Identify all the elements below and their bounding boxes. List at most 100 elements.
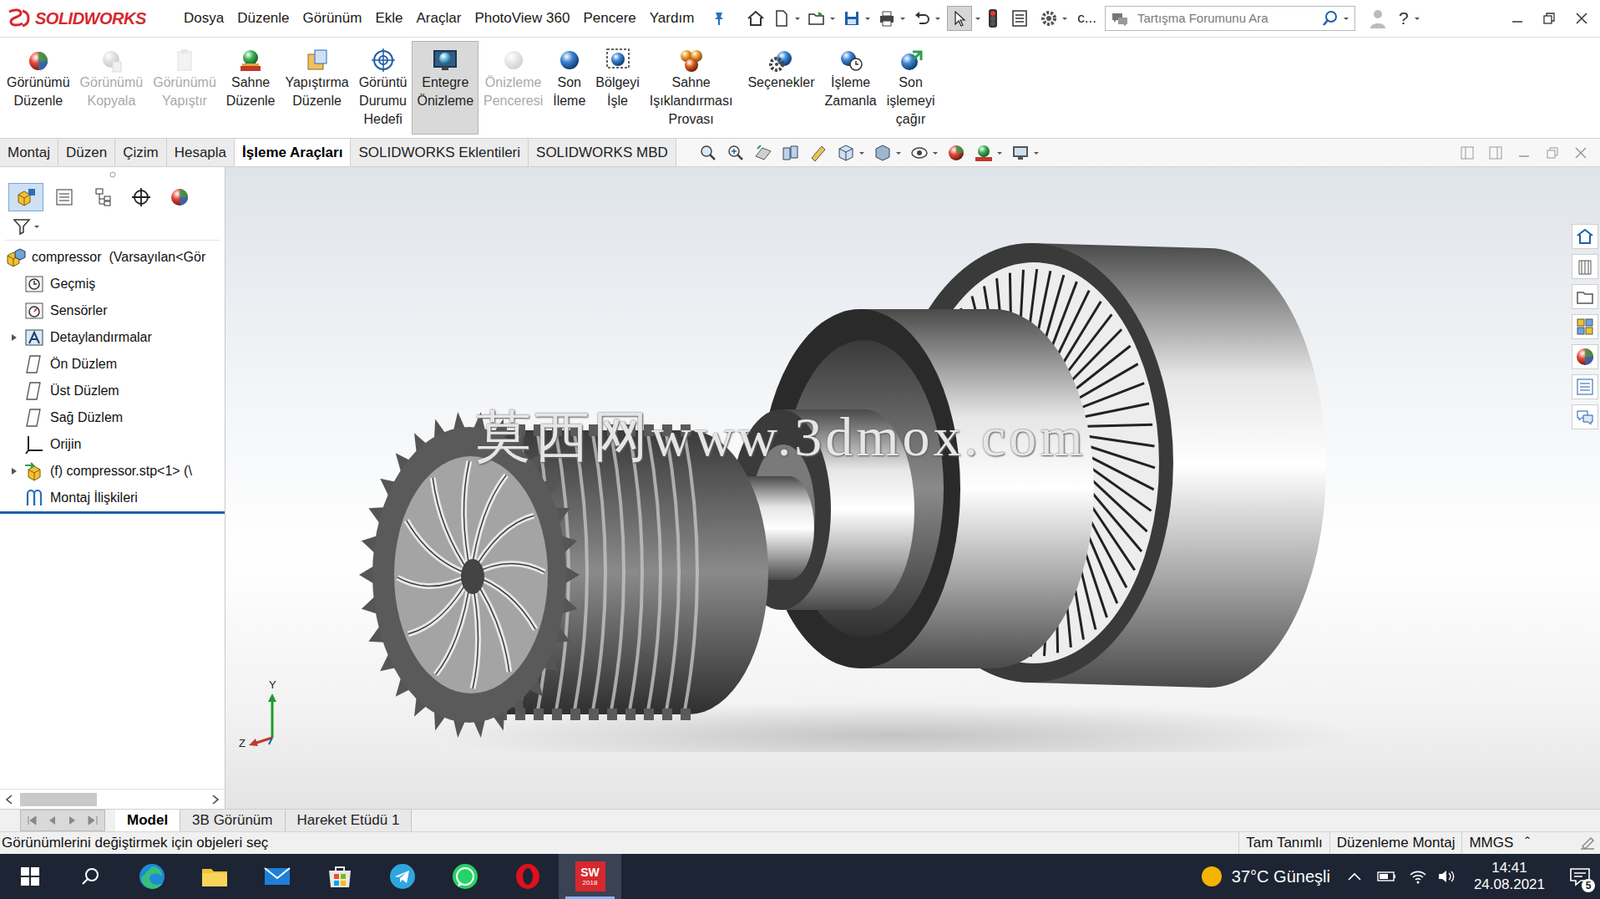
tree-item[interactable]: Sensörler bbox=[0, 297, 225, 325]
tree-item[interactable]: Üst Düzlem bbox=[0, 377, 225, 405]
show-hidden-icons-icon[interactable] bbox=[1346, 870, 1363, 882]
menu-item[interactable]: Yardım bbox=[649, 7, 695, 30]
bottom-tab[interactable]: Model bbox=[115, 809, 181, 831]
minimize-icon[interactable] bbox=[1501, 0, 1534, 37]
file-properties-icon[interactable] bbox=[1009, 8, 1030, 29]
notification-center[interactable]: 5 bbox=[1563, 853, 1597, 899]
previous-view-icon[interactable] bbox=[753, 142, 774, 163]
ribbon-button[interactable]: GörünümüKopyala bbox=[75, 40, 149, 135]
restore-icon[interactable] bbox=[1533, 0, 1565, 37]
ribbon-button[interactable]: SahneIşıklandırmasıProvası bbox=[644, 40, 739, 135]
previous-tab-icon[interactable] bbox=[44, 814, 61, 826]
appearances-icon[interactable] bbox=[1571, 344, 1599, 370]
tree-item[interactable]: Geçmiş bbox=[0, 270, 225, 298]
taskbar-app[interactable] bbox=[245, 853, 309, 899]
rollback-bar[interactable] bbox=[0, 511, 225, 514]
clock[interactable]: 14:4124.08.2021 bbox=[1473, 859, 1545, 893]
pin-icon[interactable] bbox=[710, 10, 728, 27]
menu-item[interactable]: Ekle bbox=[374, 7, 403, 30]
ribbon-button[interactable]: Bölgeyiİşle bbox=[590, 40, 644, 135]
ribbon-button[interactable]: İşlemeZamanla bbox=[819, 40, 882, 135]
dropdown-caret-icon[interactable] bbox=[1413, 15, 1421, 22]
taskbar-search-icon[interactable] bbox=[60, 853, 121, 899]
property-manager-tab-icon[interactable] bbox=[46, 182, 82, 212]
expand-arrow-icon[interactable] bbox=[5, 333, 24, 342]
taskbar-app[interactable] bbox=[496, 853, 559, 899]
dropdown-caret-icon[interactable] bbox=[829, 15, 836, 22]
user-account-icon[interactable] bbox=[1368, 7, 1388, 30]
dropdown-caret-icon[interactable] bbox=[899, 15, 907, 22]
dropdown-caret-icon[interactable] bbox=[794, 15, 801, 22]
dropdown-caret-icon[interactable] bbox=[1032, 149, 1040, 157]
bottom-tab[interactable]: Hareket Etüdü 1 bbox=[285, 809, 413, 831]
ribbon-button[interactable]: GörünümüYapıştır bbox=[147, 40, 222, 135]
taskbar-app[interactable] bbox=[182, 853, 246, 899]
solidworks-taskbar-icon[interactable]: SW2018 bbox=[575, 860, 606, 892]
command-tab[interactable]: Hesapla bbox=[167, 138, 235, 167]
ribbon-button[interactable]: ÖnizlemePenceresi bbox=[478, 40, 548, 135]
status-bar-options-icon[interactable] bbox=[1578, 834, 1597, 851]
apply-scene-icon[interactable] bbox=[973, 142, 994, 163]
dropdown-caret-icon[interactable] bbox=[974, 15, 982, 22]
display-manager-tab-icon[interactable] bbox=[162, 182, 198, 212]
expand-arrow-icon[interactable] bbox=[5, 466, 24, 476]
menu-item[interactable]: Düzenle bbox=[237, 7, 289, 30]
status-field[interactable]: MMGS bbox=[1461, 831, 1520, 854]
edit-appearance-icon[interactable] bbox=[946, 142, 967, 163]
dropdown-caret-icon[interactable] bbox=[1061, 15, 1069, 22]
weather-text[interactable]: 37°C Güneşli bbox=[1231, 863, 1331, 889]
print-icon[interactable] bbox=[876, 8, 897, 29]
menu-item[interactable]: Pencere bbox=[582, 7, 636, 30]
dropdown-caret-icon[interactable] bbox=[1342, 15, 1350, 22]
search-input[interactable] bbox=[1137, 9, 1318, 29]
file-explorer-icon[interactable] bbox=[1571, 283, 1599, 309]
command-tab[interactable]: İşleme Araçları bbox=[234, 138, 351, 167]
ribbon-button[interactable]: Sonİleme bbox=[547, 40, 591, 135]
dimxpert-tab-icon[interactable] bbox=[123, 182, 159, 212]
close-icon[interactable] bbox=[1564, 0, 1599, 37]
ribbon-button[interactable]: GörüntüDurumuHedefi bbox=[354, 40, 413, 135]
command-tab[interactable]: Montaj bbox=[0, 138, 59, 167]
speaker-icon[interactable] bbox=[1437, 868, 1456, 884]
zoom-area-icon[interactable] bbox=[725, 142, 746, 163]
dropdown-caret-icon[interactable] bbox=[931, 149, 939, 157]
windows-start-icon[interactable] bbox=[0, 853, 61, 899]
design-library-icon[interactable] bbox=[1571, 253, 1599, 279]
graphics-area[interactable]: 莫西网www.3dmox.comYZ bbox=[225, 167, 1600, 809]
viewport-restore-icon[interactable] bbox=[1544, 145, 1560, 161]
weather-sun-icon[interactable] bbox=[1200, 864, 1224, 888]
search-magnifier-icon[interactable] bbox=[1321, 9, 1340, 28]
tree-item[interactable]: Ön Düzlem bbox=[0, 350, 225, 378]
dynamic-annotation-icon[interactable] bbox=[808, 142, 829, 163]
ribbon-button[interactable]: YapıştırmaDüzenle bbox=[279, 40, 354, 135]
help-button[interactable]: ? bbox=[1398, 5, 1409, 32]
ribbon-button[interactable]: Seçenekler bbox=[742, 40, 820, 135]
menu-item[interactable]: Araçlar bbox=[416, 7, 462, 30]
menu-item[interactable]: Dosya bbox=[183, 7, 224, 30]
first-tab-icon[interactable] bbox=[24, 814, 41, 826]
menu-item[interactable]: Görünüm bbox=[303, 7, 363, 30]
view-orientation-icon[interactable] bbox=[835, 142, 856, 163]
dropdown-caret-icon[interactable] bbox=[934, 15, 942, 22]
taskbar-app[interactable] bbox=[308, 853, 371, 899]
viewport-close-icon[interactable] bbox=[1573, 145, 1589, 161]
tile-right-icon[interactable] bbox=[1488, 145, 1504, 161]
viewport-minimize-icon[interactable] bbox=[1516, 145, 1532, 161]
dropdown-caret-icon[interactable] bbox=[996, 149, 1003, 157]
tree-root-row[interactable]: compressor (Varsayılan<Gör bbox=[0, 243, 225, 271]
tree-item[interactable]: Sağ Düzlem bbox=[0, 404, 225, 431]
new-document-icon[interactable] bbox=[771, 8, 792, 29]
save-icon[interactable] bbox=[841, 8, 862, 29]
units-menu-arrow[interactable]: ˆ bbox=[1519, 831, 1535, 854]
taskbar-app[interactable] bbox=[370, 853, 434, 899]
dropdown-caret-icon[interactable] bbox=[858, 149, 866, 157]
tree-item[interactable]: Montaj İlişkileri bbox=[0, 484, 225, 512]
toolbar-overflow[interactable]: c... bbox=[1077, 7, 1097, 30]
rebuild-traffic-light-icon[interactable] bbox=[987, 8, 999, 29]
taskbar-app[interactable] bbox=[120, 853, 183, 899]
forum-icon[interactable] bbox=[1571, 404, 1599, 430]
dropdown-caret-icon[interactable] bbox=[895, 149, 902, 157]
configuration-manager-tab-icon[interactable] bbox=[85, 182, 121, 212]
scroll-left-icon[interactable] bbox=[5, 793, 14, 806]
options-gear-icon[interactable] bbox=[1038, 8, 1059, 29]
